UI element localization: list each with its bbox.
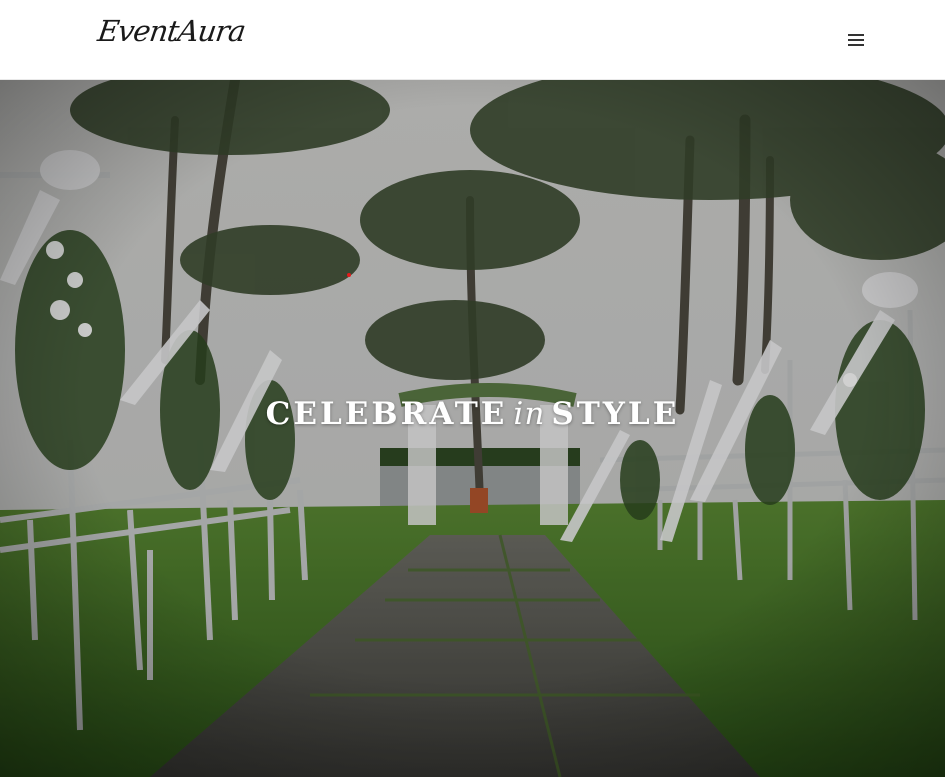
hero-title-part3: STYLE (551, 396, 680, 432)
indicator-dot (347, 273, 351, 277)
hero-title-part2: in (513, 396, 546, 432)
hero-title: CELEBRATE in STYLE (0, 396, 945, 432)
hero-section: CELEBRATE in STYLE (0, 80, 945, 777)
site-header: EventAura (0, 0, 945, 80)
hamburger-menu-icon[interactable] (843, 30, 869, 50)
logo[interactable]: EventAura (96, 14, 248, 48)
hero-title-part1: CELEBRATE (265, 396, 508, 432)
